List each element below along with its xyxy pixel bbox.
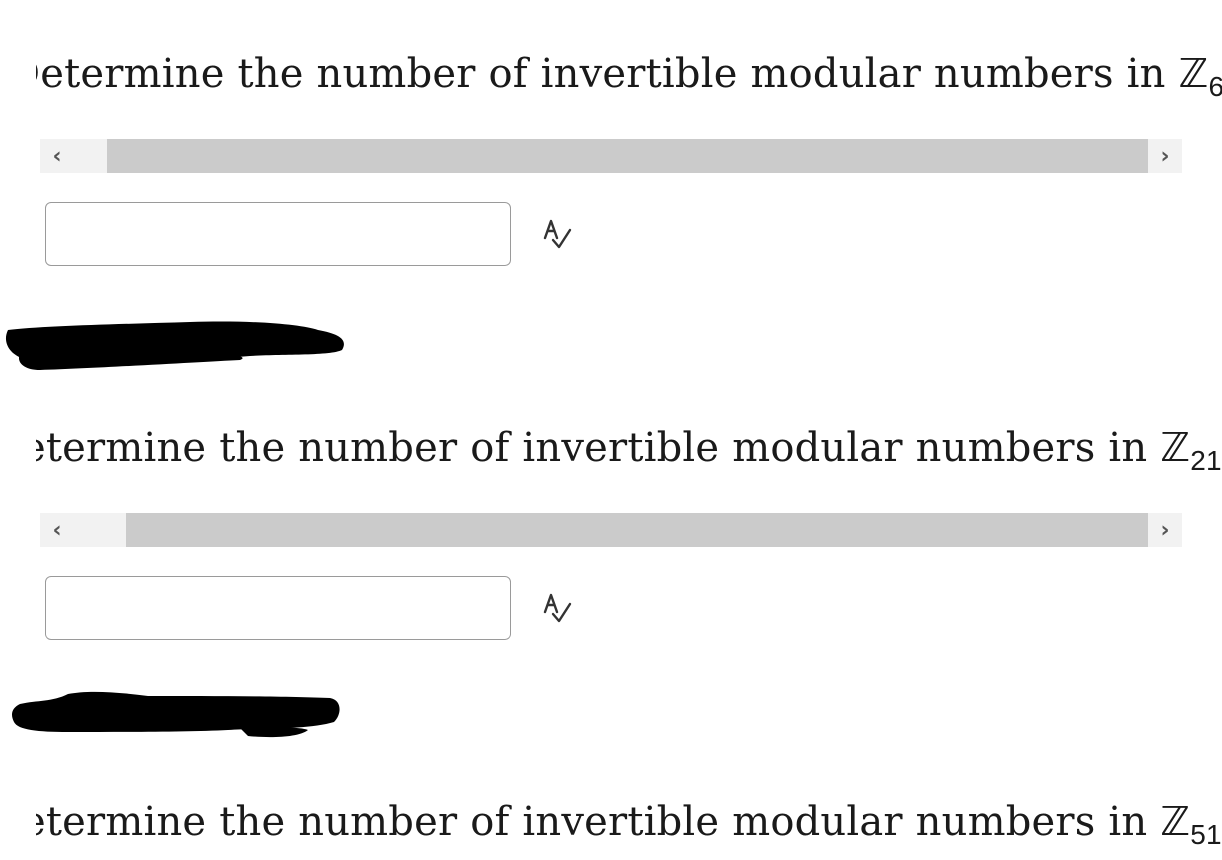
scroll-right-button[interactable]: › [1148,513,1182,547]
clip-mask [0,792,36,852]
integers-symbol: ℤ [1160,425,1191,471]
question-3-modulus: 510 [1190,819,1222,850]
clip-mask [0,418,36,478]
question-1-modulus: 66 [1208,71,1222,102]
integers-symbol: ℤ [1160,799,1191,845]
question-3-body: etermine the number of invertible modula… [22,799,1161,845]
answer-input-2[interactable] [45,576,511,640]
scrollbar-thumb[interactable] [126,513,1148,547]
spell-check-icon[interactable] [538,216,576,254]
question-1-text: Determine the number of invertible modul… [8,50,1222,101]
question-1-body: etermine the number of invertible modula… [40,51,1179,97]
question-3-text: etermine the number of invertible modula… [22,798,1222,849]
redaction-mark [12,691,340,738]
horizontal-scrollbar-1[interactable]: ‹ › [40,139,1182,173]
scroll-right-button[interactable]: › [1148,139,1182,173]
redaction-mark [5,321,344,370]
scrollbar-thumb[interactable] [107,139,1148,173]
integers-symbol: ℤ [1178,51,1209,97]
question-2-text: etermine the number of invertible modula… [22,424,1222,475]
question-2-modulus: 210 [1190,445,1222,476]
question-2-body: etermine the number of invertible modula… [22,425,1161,471]
spell-check-icon[interactable] [538,590,576,628]
scroll-left-button[interactable]: ‹ [40,513,74,547]
answer-input-1[interactable] [45,202,511,266]
scroll-left-button[interactable]: ‹ [40,139,74,173]
clip-mask [0,44,36,104]
horizontal-scrollbar-2[interactable]: ‹ › [40,513,1182,547]
